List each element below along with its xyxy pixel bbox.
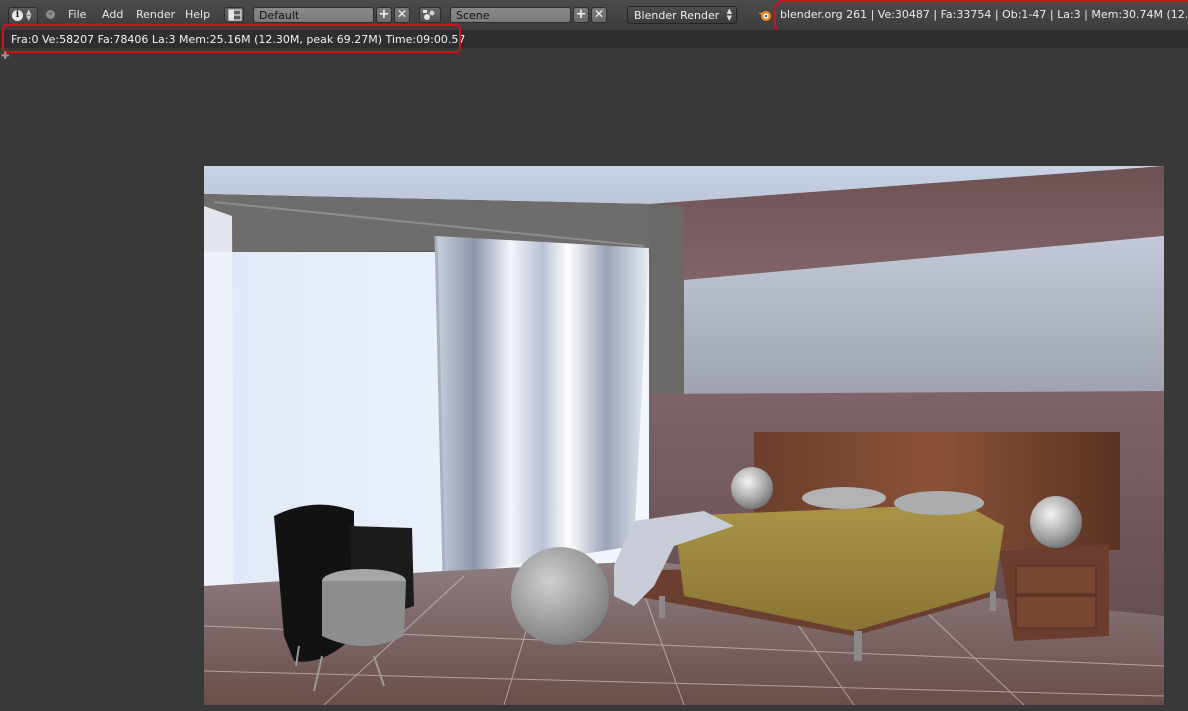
scene-icon — [423, 10, 435, 20]
render-engine-label: Blender Render — [634, 9, 720, 22]
render-result-image — [204, 166, 1164, 705]
render-engine-dropdown[interactable]: Blender Render ▲ ▼ — [627, 6, 737, 24]
menu-file[interactable]: File — [68, 8, 86, 21]
up-down-arrows-icon: ▲ ▼ — [26, 8, 32, 22]
info-header: i ▲ ▼ – File Add Render Help Default + ✕ … — [0, 0, 1188, 31]
bedroom-render — [204, 166, 1164, 705]
editor-type-button[interactable]: i ▲ ▼ — [8, 7, 38, 25]
delete-scene-button[interactable]: ✕ — [591, 7, 607, 23]
add-screen-button[interactable]: + — [376, 7, 392, 23]
delete-screen-button[interactable]: ✕ — [394, 7, 410, 23]
menu-render[interactable]: Render — [136, 8, 175, 21]
screen-layout-browse-button[interactable] — [224, 7, 244, 23]
corner-plus-icon[interactable]: ✚ — [1, 52, 11, 62]
close-icon: ✕ — [396, 7, 408, 21]
collapse-menus-icon[interactable]: – — [46, 10, 55, 19]
screen-layout-field[interactable]: Default — [253, 7, 374, 23]
screen-layout-icon — [228, 9, 242, 21]
scene-statistics: blender.org 261 | Ve:30487 | Fa:33754 | … — [780, 8, 1188, 21]
menu-add[interactable]: Add — [102, 8, 123, 21]
info-icon: i — [12, 10, 23, 21]
add-scene-button[interactable]: + — [573, 7, 589, 23]
blender-logo-icon — [758, 11, 771, 21]
render-statistics: Fra:0 Ve:58207 Fa:78406 La:3 Mem:25.16M … — [11, 33, 466, 46]
menu-help[interactable]: Help — [185, 8, 210, 21]
scene-browse-button[interactable] — [419, 7, 441, 23]
add-icon: + — [575, 7, 587, 22]
add-icon: + — [378, 7, 390, 22]
dropdown-arrows-icon: ▲ ▼ — [726, 7, 732, 22]
close-icon: ✕ — [593, 7, 605, 21]
scene-field[interactable]: Scene — [450, 7, 571, 23]
